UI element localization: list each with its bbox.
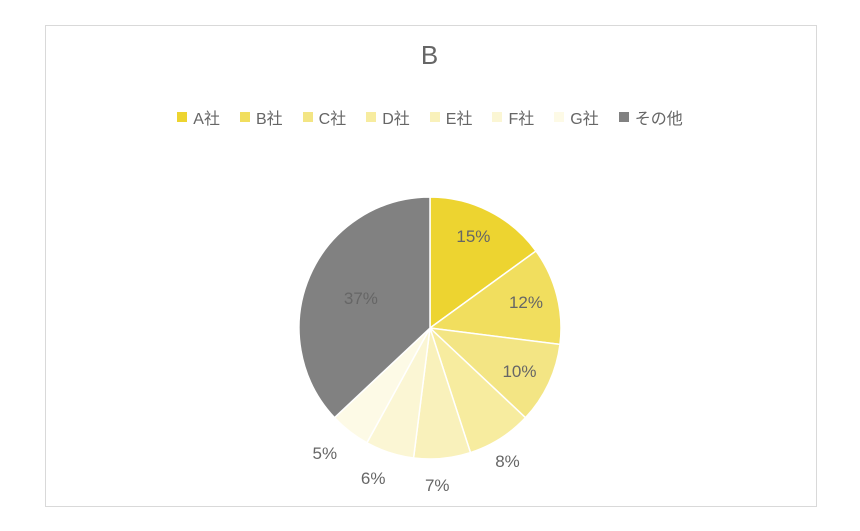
legend-swatch [240,112,250,122]
legend-swatch [619,112,629,122]
legend-label: G社 [570,105,598,129]
legend-item: E社 [430,105,473,129]
legend-label: A社 [193,105,220,129]
pie-chart [299,197,561,459]
data-label: 15% [456,227,490,247]
legend-label: B社 [256,105,283,129]
legend-swatch [430,112,440,122]
legend-item: F社 [492,105,534,129]
legend-item: D社 [366,105,410,129]
chart-canvas: B A社 B社 C社 D社 E社 F社 G社 その他 15% 12% 10% 8% 7% 6% 5% 37% [0,0,860,531]
legend-item: その他 [619,105,683,129]
legend-item: G社 [554,105,598,129]
legend-label: E社 [446,105,473,129]
data-label: 37% [344,289,378,309]
legend-swatch [177,112,187,122]
legend-swatch [554,112,564,122]
data-label: 7% [425,476,450,496]
legend-swatch [492,112,502,122]
data-label: 12% [509,293,543,313]
legend-label: F社 [508,105,534,129]
data-label: 10% [502,362,536,382]
legend-swatch [303,112,313,122]
legend-item: A社 [177,105,220,129]
chart-title: B [0,40,860,71]
legend: A社 B社 C社 D社 E社 F社 G社 その他 [0,105,860,129]
legend-item: B社 [240,105,283,129]
legend-label: C社 [319,105,347,129]
legend-item: C社 [303,105,347,129]
data-label: 8% [495,452,520,472]
data-label: 5% [313,444,338,464]
legend-label: D社 [382,105,410,129]
data-label: 6% [361,469,386,489]
legend-label: その他 [635,105,683,129]
legend-swatch [366,112,376,122]
